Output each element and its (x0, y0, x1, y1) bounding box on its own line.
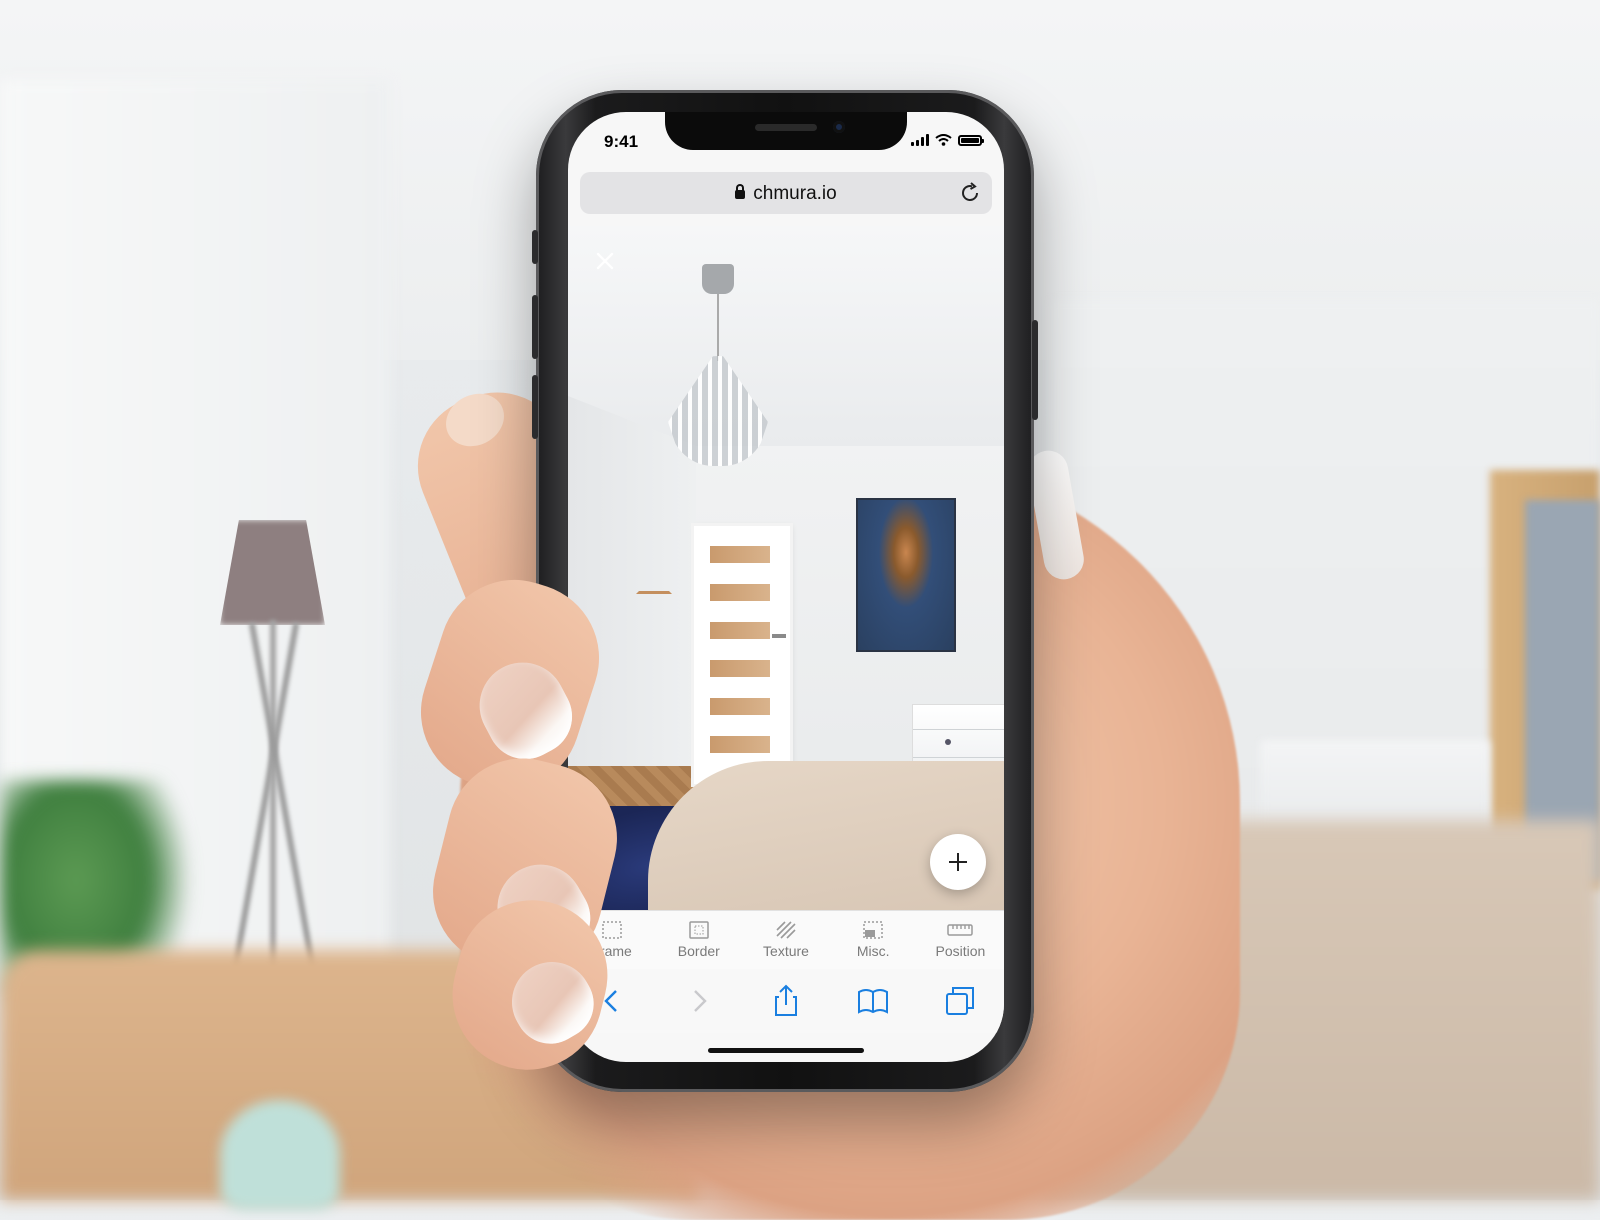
bookmarks-icon[interactable] (855, 983, 891, 1019)
door-handle (772, 634, 786, 638)
tabs-icon[interactable] (942, 983, 978, 1019)
phone-volume-up (532, 295, 538, 359)
misc-icon (863, 921, 883, 939)
coat-hanger (636, 571, 672, 594)
tab-label: Texture (763, 943, 809, 959)
tab-position[interactable]: Position (917, 911, 1004, 969)
tab-label: Border (677, 943, 720, 959)
door-slat (710, 622, 770, 639)
close-icon[interactable] (592, 248, 618, 274)
phone-side-button (1032, 320, 1038, 420)
forward-icon[interactable] (681, 983, 717, 1019)
phone-volume-down (532, 375, 538, 439)
tab-misc[interactable]: Misc. (830, 911, 917, 969)
signal-icon (911, 134, 929, 146)
tool-tab-bar: Frame Border Texture Misc. Position (568, 910, 1004, 970)
placed-painting[interactable] (858, 500, 954, 650)
add-button[interactable] (930, 834, 986, 890)
door-slat (710, 698, 770, 715)
tab-label: Position (935, 943, 986, 959)
lock-icon (735, 184, 746, 199)
home-indicator (708, 1048, 864, 1053)
border-icon (689, 921, 709, 939)
phone-screen: 9:41 chmura.io Frame Border Texture Misc… (568, 112, 1004, 1062)
tab-border[interactable]: Border (655, 911, 742, 969)
door-slat (710, 584, 770, 601)
share-icon[interactable] (768, 983, 804, 1019)
status-time: 9:41 (604, 132, 639, 151)
address-bar[interactable]: chmura.io (580, 172, 992, 214)
room-ceiling (568, 226, 1004, 446)
tab-label: Misc. (856, 943, 890, 959)
frame-icon (601, 921, 622, 939)
room-door (694, 526, 790, 784)
browser-toolbar (568, 969, 1004, 1033)
tab-texture[interactable]: Texture (742, 911, 829, 969)
front-camera (833, 121, 845, 133)
wifi-icon (935, 134, 952, 146)
url-text: chmura.io (753, 183, 837, 204)
background-floor-lamp-leg (270, 620, 276, 980)
battery-icon (958, 134, 984, 146)
phone-silent-switch (532, 230, 538, 264)
status-icons (911, 134, 984, 146)
door-slat (710, 660, 770, 677)
ruler-icon (947, 924, 974, 936)
reload-icon[interactable] (958, 181, 982, 205)
notch (665, 112, 907, 150)
door-slat (710, 546, 770, 563)
camera-view[interactable] (568, 226, 1004, 910)
speaker-grille (755, 124, 817, 131)
lamp-mount (702, 264, 734, 294)
texture-icon (776, 921, 796, 939)
door-slat (710, 736, 770, 753)
background-vase (220, 1100, 340, 1210)
url-display[interactable]: chmura.io (580, 183, 992, 205)
